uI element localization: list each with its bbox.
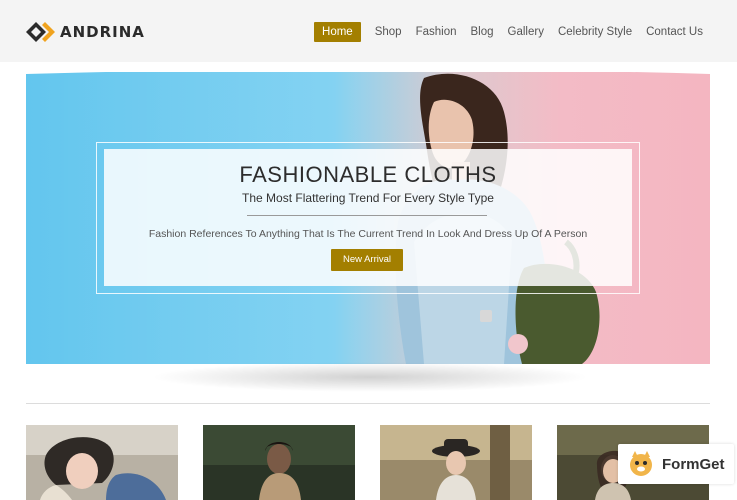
nav-item-gallery[interactable]: Gallery bbox=[508, 22, 544, 42]
nav-item-celebrity-style[interactable]: Celebrity Style bbox=[558, 22, 632, 42]
logo-diamond-icon bbox=[26, 22, 55, 42]
gallery-photo-2 bbox=[203, 425, 355, 500]
section-divider bbox=[26, 403, 710, 404]
new-arrival-button[interactable]: New Arrival bbox=[331, 249, 403, 271]
site-logo[interactable]: ANDRINA bbox=[26, 20, 145, 44]
nav-item-shop[interactable]: Shop bbox=[375, 22, 402, 42]
hero-top-curve bbox=[0, 62, 737, 82]
nav-item-fashion[interactable]: Fashion bbox=[416, 22, 457, 42]
nav-item-blog[interactable]: Blog bbox=[471, 22, 494, 42]
nav-item-home[interactable]: Home bbox=[314, 22, 361, 42]
page: ANDRINA Home Shop Fashion Blog Gallery C… bbox=[0, 0, 737, 500]
hero-description: Fashion References To Anything That Is T… bbox=[148, 228, 588, 240]
hero-subtitle: The Most Flattering Trend For Every Styl… bbox=[242, 191, 494, 205]
hero-title: FASHIONABLE CLOTHS bbox=[239, 162, 497, 187]
brand-name: ANDRINA bbox=[60, 23, 145, 41]
gallery-thumb-3[interactable] bbox=[380, 425, 532, 500]
main-nav: Home Shop Fashion Blog Gallery Celebrity… bbox=[300, 22, 703, 42]
nav-item-contact-us[interactable]: Contact Us bbox=[646, 22, 703, 42]
gallery-photo-1 bbox=[26, 425, 178, 500]
formget-badge[interactable]: FormGet bbox=[618, 444, 734, 484]
hero-drop-shadow bbox=[150, 362, 590, 392]
formget-label: FormGet bbox=[662, 455, 725, 473]
formget-mascot-icon bbox=[630, 451, 652, 476]
gallery-thumb-1[interactable] bbox=[26, 425, 178, 500]
gallery-photo-3 bbox=[380, 425, 532, 500]
hero-divider bbox=[247, 215, 487, 216]
site-header: ANDRINA Home Shop Fashion Blog Gallery C… bbox=[0, 0, 737, 62]
gallery-thumb-2[interactable] bbox=[203, 425, 355, 500]
